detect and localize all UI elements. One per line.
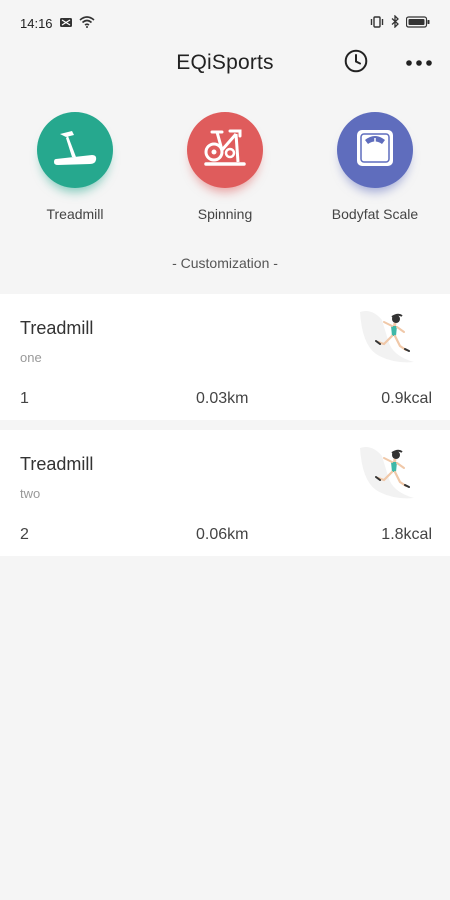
record-distance: 0.03km <box>196 390 249 407</box>
battery-icon <box>405 15 430 31</box>
clock-icon <box>344 49 368 78</box>
more-dots-icon <box>405 54 433 72</box>
record-subtitle: one <box>20 350 42 365</box>
record-card[interactable]: Treadmill two 2 0.06km 1.8kcal <box>0 430 450 556</box>
scale-icon <box>353 126 397 175</box>
runner-illustration <box>352 304 426 368</box>
device-label: Spinning <box>197 206 253 222</box>
notification-icon <box>59 16 73 31</box>
runner-illustration <box>352 440 426 504</box>
record-card[interactable]: Treadmill one 1 0.03km 0.9kcal <box>0 294 450 420</box>
device-bodyfat-scale[interactable]: Bodyfat Scale <box>300 112 450 222</box>
device-label: Treadmill <box>46 206 104 222</box>
more-options-button[interactable] <box>402 52 436 74</box>
customization-link[interactable]: - Customization - <box>0 255 450 271</box>
record-count: 2 <box>20 526 29 543</box>
treadmill-icon <box>50 127 100 174</box>
app-header: EQiSports <box>0 40 450 86</box>
record-title: Treadmill <box>20 454 94 474</box>
record-count: 1 <box>20 390 29 407</box>
device-icon-circle <box>37 112 113 188</box>
device-spinning[interactable]: Spinning <box>150 112 300 222</box>
vibrate-icon <box>370 15 384 31</box>
device-treadmill[interactable]: Treadmill <box>0 112 150 222</box>
status-time: 14:16 <box>20 15 53 31</box>
history-button[interactable] <box>343 49 369 78</box>
record-subtitle: two <box>20 486 41 501</box>
bluetooth-icon <box>390 14 400 31</box>
wifi-icon <box>79 15 95 31</box>
app-title: EQiSports <box>176 51 274 74</box>
device-icon-circle <box>337 112 413 188</box>
device-selector: Treadmill Spinning Bodyfat Scale <box>0 112 450 232</box>
record-calories: 0.9kcal <box>381 390 432 407</box>
record-calories: 1.8kcal <box>381 526 432 543</box>
device-icon-circle <box>187 112 263 188</box>
record-distance: 0.06km <box>196 526 249 543</box>
exercise-bike-icon <box>200 126 250 175</box>
record-title: Treadmill <box>20 318 94 338</box>
device-label: Bodyfat Scale <box>331 206 419 222</box>
